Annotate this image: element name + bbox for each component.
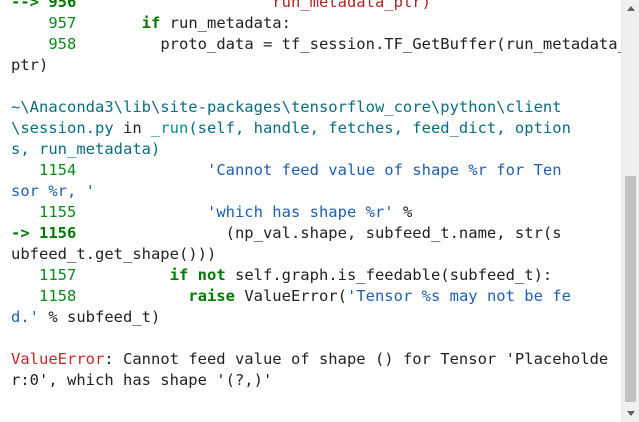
error-line: ValueError: Cannot feed value of shape (… [11,349,608,370]
arrow-down-icon [626,411,635,416]
code-text: ptr) [11,56,49,74]
line-number: 957 [48,14,77,32]
code-text: ( [337,287,347,305]
file-path: ~\Anaconda3\lib\site-packages\tensorflow… [11,98,562,116]
file-path: \session.py [11,119,114,137]
code-text: self.graph.is_feedable(subfeed_t): [225,266,553,284]
code-text: run_metadata_ptr) [272,0,431,11]
traceback-line: ptr) [11,55,48,76]
traceback-line: 1157 if not self.graph.is_feedable(subfe… [11,265,552,286]
keyword: raise [188,287,235,305]
exception-name: ValueError [234,287,338,305]
code-text: in [113,119,151,137]
current-frame-arrow: --> 956 [11,0,77,11]
string-literal: d.' [11,308,39,326]
traceback-line: s, run_metadata) [11,139,160,160]
keyword: if not [169,266,226,284]
line-number: 1157 [39,266,77,284]
traceback-output: --> 956 run_metadata_ptr) 957 if run_met… [0,0,622,422]
traceback-line: \session.py in _run(self, handle, fetche… [11,118,571,139]
traceback-line: sor %r, ' [11,181,95,202]
line-number: 1158 [39,287,77,305]
operator: % [393,203,413,221]
error-line: r:0', which has shape '(?,)' [11,370,272,391]
function-args: s, run_metadata) [11,140,161,158]
traceback-line: 1158 raise ValueError('Tensor %s may not… [11,286,571,307]
code-text: % subfeed_t) [39,308,161,326]
scroll-up-button[interactable] [622,0,639,17]
error-message: : Cannot feed value of shape () for Tens… [104,350,609,368]
scrollbar-thumb[interactable] [625,176,636,402]
error-message: r:0', which has shape '(?,)' [11,371,273,389]
traceback-line: 957 if run_metadata: [11,13,291,34]
traceback-line: 1155 'which has shape %r' % [11,202,412,223]
traceback-line: 958 proto_data = tf_session.TF_GetBuffer… [11,34,622,55]
string-literal: 'Cannot feed value of shape %r for Ten [206,161,562,179]
string-literal: 'Tensor %s may not be fe [346,287,571,305]
traceback-line: ~\Anaconda3\lib\site-packages\tensorflow… [11,97,562,118]
current-frame-arrow: -> 1156 [11,224,77,242]
string-literal: sor %r, ' [11,182,95,200]
traceback-line: d.' % subfeed_t) [11,307,160,328]
error-type: ValueError [11,350,105,368]
string-literal: 'which has shape %r' [206,203,394,221]
scroll-down-button[interactable] [622,405,639,422]
traceback-line: 1154 'Cannot feed value of shape %r for … [11,160,562,181]
code-text: ubfeed_t.get_shape())) [11,245,217,263]
function-name: _run [150,119,189,137]
code-text: proto_data = tf_session.TF_GetBuffer(run… [160,35,622,53]
function-args: (self, handle, fetches, feed_dict, optio… [188,119,571,137]
keyword: if [141,14,161,32]
line-number: 1155 [39,203,77,221]
vertical-scrollbar[interactable] [621,0,639,422]
code-text: run_metadata: [160,14,291,32]
traceback-line: -> 1156 (np_val.shape, subfeed_t.name, s… [11,223,562,244]
traceback-line: ubfeed_t.get_shape())) [11,244,216,265]
line-number: 1154 [39,161,77,179]
line-number: 958 [48,35,77,53]
code-text: (np_val.shape, subfeed_t.name, str(s [225,224,562,242]
traceback-line: --> 956 run_metadata_ptr) [11,0,431,13]
arrow-up-icon [626,6,635,11]
